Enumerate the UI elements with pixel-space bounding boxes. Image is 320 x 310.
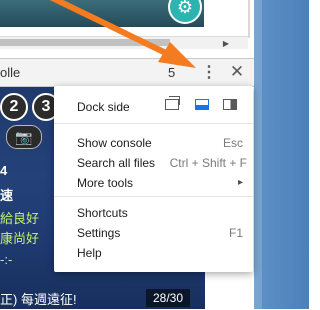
menu-item-shortcut: Ctrl + Shift + F [169, 156, 247, 170]
devtools-toolbar: olle 5 ⋮ ✕ [0, 59, 254, 87]
game-text: -:- [0, 252, 13, 267]
menu-item-label: Help [77, 246, 102, 260]
page-content [204, 0, 254, 38]
menu-item-shortcuts[interactable]: Shortcuts [54, 203, 253, 223]
menu-item-settings[interactable]: Settings F1 [54, 223, 253, 243]
game-text: 正) 每週遠征! [0, 292, 77, 307]
kebab-vertical-icon[interactable]: ⋮ [200, 62, 218, 82]
camera-icon[interactable]: 📷 [6, 125, 42, 149]
tab-console[interactable]: olle [0, 65, 20, 80]
submenu-arrow-icon: ▸ [237, 177, 243, 188]
close-icon[interactable]: ✕ [228, 61, 246, 83]
menu-item-shortcut: Esc [222, 136, 243, 150]
game-text: 速 [0, 188, 14, 203]
page-counter: 28/30 [146, 289, 190, 307]
menu-item-help[interactable]: Help [54, 243, 253, 263]
menu-item-label: Shortcuts [77, 206, 128, 220]
scrollbar-thumb[interactable] [0, 39, 170, 46]
menu-item-more-tools[interactable]: More tools ▸ [54, 173, 253, 193]
horizontal-scrollbar[interactable]: ▶ [0, 36, 248, 49]
menu-item-label: Settings [77, 226, 121, 240]
menu-item-search-all-files[interactable]: Search all files Ctrl + Shift + F [54, 153, 253, 173]
menu-item-show-console[interactable]: Show console Esc [54, 133, 253, 153]
menu-separator [54, 123, 253, 124]
devtools-menu: Dock side Show console Esc Search all fi… [54, 86, 253, 272]
page-border [248, 0, 250, 38]
menu-item-label: Show console [77, 136, 152, 150]
menu-separator [54, 196, 253, 197]
desktop-background [262, 0, 309, 309]
dock-right-icon[interactable] [223, 99, 237, 110]
error-count[interactable]: 5 [168, 65, 175, 80]
dock-side-label: Dock side [77, 100, 130, 114]
game-text: 給良好 [0, 211, 40, 226]
game-text: 4 [0, 163, 8, 178]
game-text: 康尚好 [0, 231, 40, 246]
number-bubble: 2 [0, 93, 28, 121]
menu-item-label: More tools [77, 176, 134, 190]
undock-icon[interactable] [165, 96, 180, 110]
scroll-right-arrow-icon[interactable]: ▶ [220, 37, 232, 49]
dock-side-row: Dock side [54, 96, 253, 117]
menu-item-label: Search all files [77, 156, 156, 170]
dock-bottom-icon[interactable] [195, 99, 209, 110]
menu-item-shortcut: F1 [228, 226, 243, 240]
